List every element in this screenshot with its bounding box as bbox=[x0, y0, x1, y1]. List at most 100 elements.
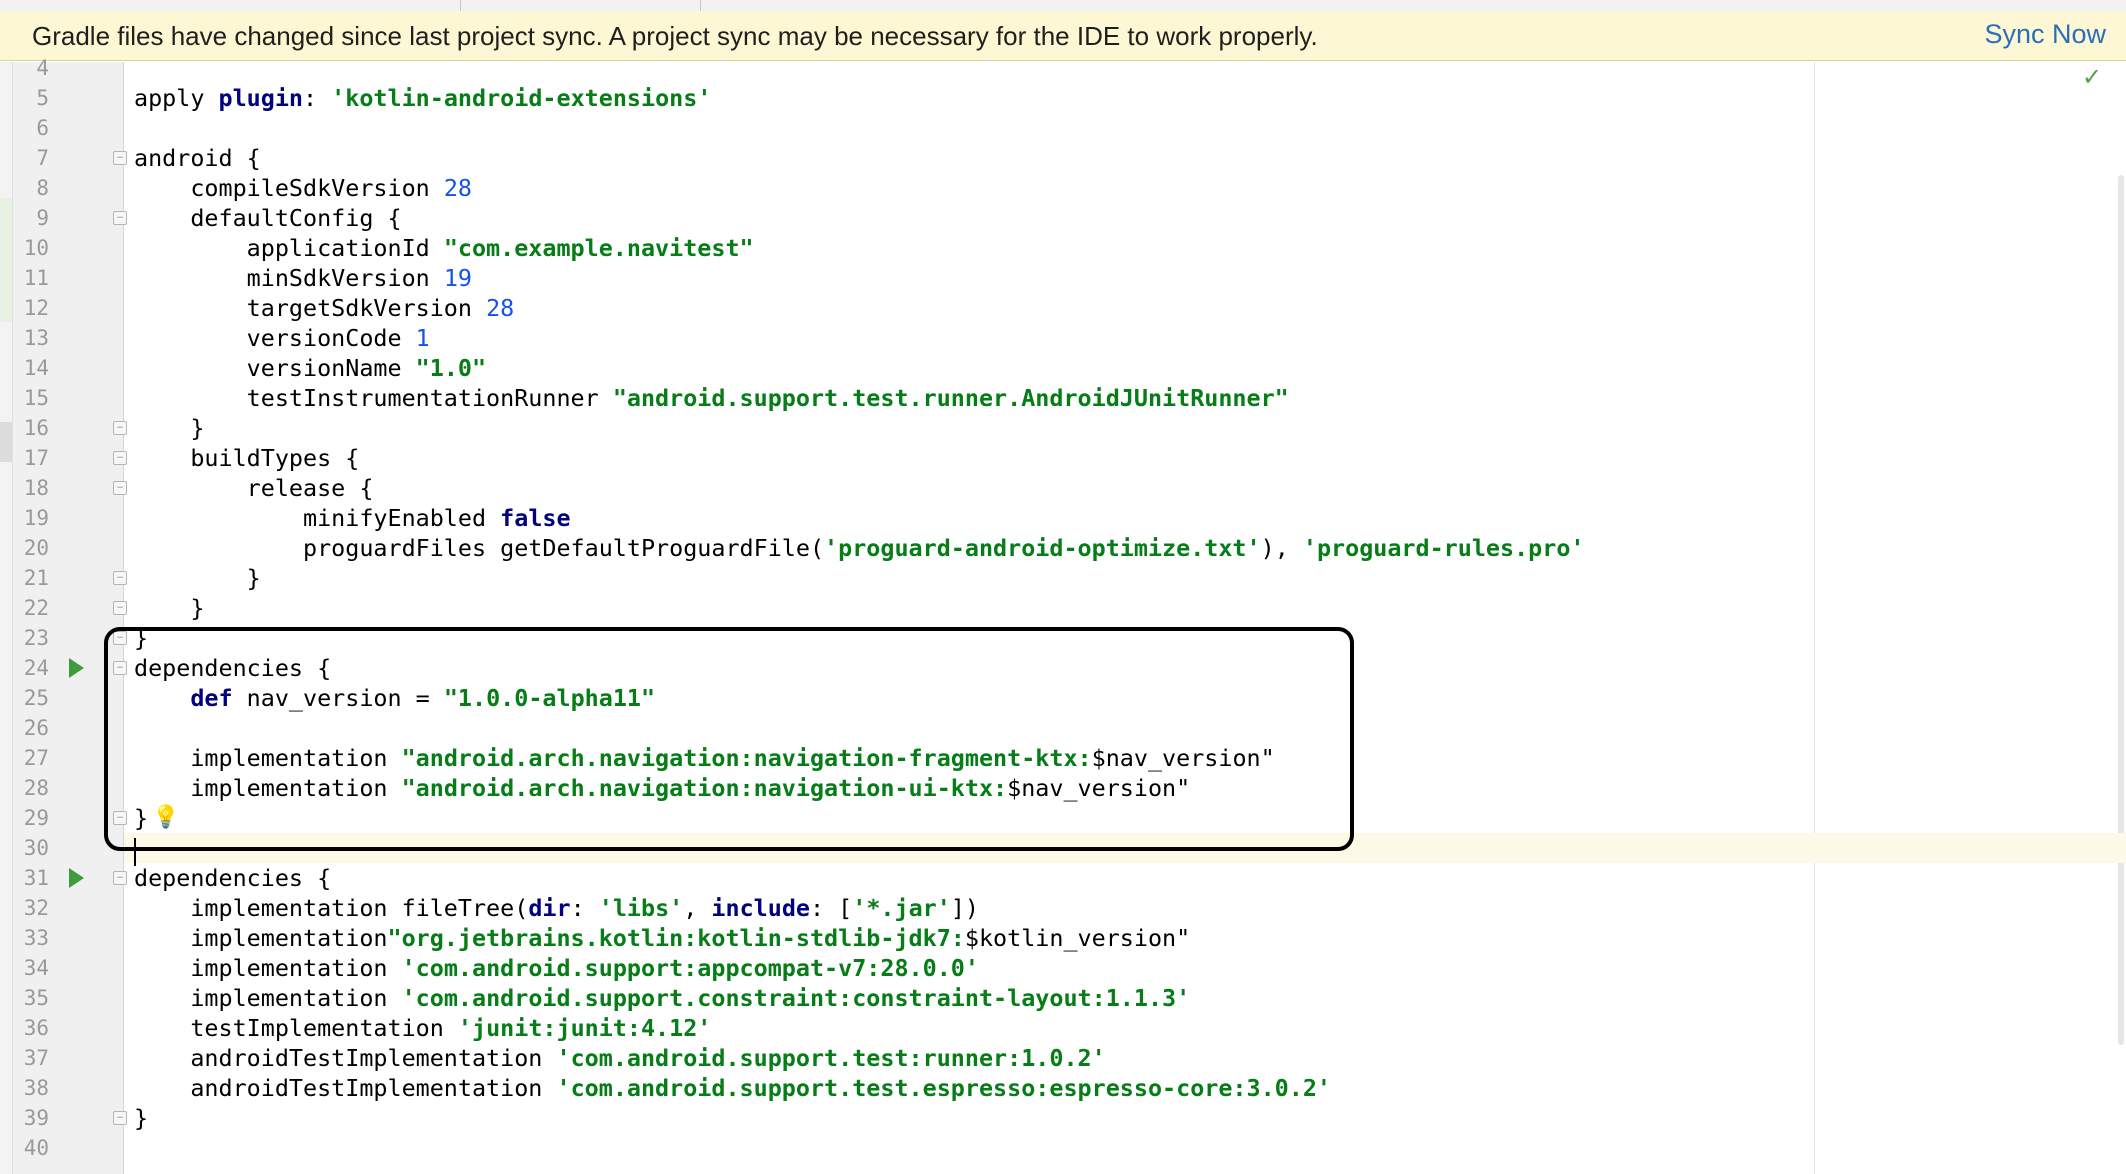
text-caret bbox=[134, 838, 136, 866]
code-text[interactable]: apply plugin: 'kotlin-android-extensions… bbox=[134, 83, 711, 113]
sync-now-link[interactable]: Sync Now bbox=[1984, 11, 2106, 57]
code-text[interactable]: def nav_version = "1.0.0-alpha11" bbox=[134, 683, 655, 713]
fold-marker-icon[interactable]: − bbox=[113, 1111, 127, 1125]
code-text[interactable]: implementation 'com.android.support.cons… bbox=[134, 983, 1190, 1013]
code-text[interactable]: implementation 'com.android.support:appc… bbox=[134, 953, 979, 983]
fold-marker-icon[interactable]: − bbox=[113, 151, 127, 165]
fold-marker-icon[interactable]: − bbox=[113, 481, 127, 495]
code-token: targetSdkVersion bbox=[134, 294, 487, 322]
fold-marker-icon[interactable]: − bbox=[113, 811, 127, 825]
line-number: 19 bbox=[23, 506, 49, 530]
fold-marker-icon[interactable]: − bbox=[113, 211, 127, 225]
code-token: dependencies { bbox=[134, 864, 332, 892]
line-number: 5 bbox=[36, 86, 49, 110]
code-line: 38 androidTestImplementation 'com.androi… bbox=[0, 1073, 2126, 1103]
code-token: implementation bbox=[134, 924, 388, 952]
code-token: dependencies { bbox=[134, 654, 332, 682]
code-token: } bbox=[134, 414, 205, 442]
code-line: 32 implementation fileTree(dir: 'libs', … bbox=[0, 893, 2126, 923]
code-text[interactable]: defaultConfig { bbox=[134, 203, 401, 233]
code-text[interactable]: android { bbox=[134, 143, 261, 173]
code-token: implementation bbox=[134, 954, 402, 982]
code-token: apply bbox=[134, 84, 219, 112]
code-text[interactable]: } bbox=[134, 563, 261, 593]
code-text[interactable]: implementation "android.arch.navigation:… bbox=[134, 773, 1190, 803]
code-text[interactable]: androidTestImplementation 'com.android.s… bbox=[134, 1073, 1331, 1103]
fold-marker-icon[interactable]: − bbox=[113, 871, 127, 885]
code-line: 25 def nav_version = "1.0.0-alpha11" bbox=[0, 683, 2126, 713]
line-number: 20 bbox=[23, 536, 49, 560]
code-line: 29 −} 💡 bbox=[0, 803, 2126, 833]
tab-separator bbox=[460, 0, 461, 11]
lightbulb-icon[interactable]: 💡 bbox=[152, 803, 179, 833]
code-text[interactable]: applicationId "com.example.navitest" bbox=[134, 233, 754, 263]
code-token: 'com.android.support.test:runner:1.0.2' bbox=[556, 1044, 1106, 1072]
code-text[interactable]: implementation fileTree(dir: 'libs', inc… bbox=[134, 893, 979, 923]
run-gutter-icon[interactable] bbox=[69, 868, 84, 888]
run-gutter-icon[interactable] bbox=[69, 658, 84, 678]
code-text[interactable]: } bbox=[134, 593, 204, 623]
code-text[interactable]: minSdkVersion 19 bbox=[134, 263, 472, 293]
code-line: 39 −} bbox=[0, 1103, 2126, 1133]
code-line: 35 implementation 'com.android.support.c… bbox=[0, 983, 2126, 1013]
code-text[interactable]: testImplementation 'junit:junit:4.12' bbox=[134, 1013, 711, 1043]
code-text[interactable]: } bbox=[134, 803, 148, 833]
code-text[interactable]: implementation"org.jetbrains.kotlin:kotl… bbox=[134, 923, 1190, 953]
code-text[interactable]: proguardFiles getDefaultProguardFile( 'pr… bbox=[134, 533, 1585, 563]
code-line: 13 versionCode 1 bbox=[0, 323, 2126, 353]
line-number: 10 bbox=[23, 236, 49, 260]
code-line: 15 testInstrumentationRunner "android.su… bbox=[0, 383, 2126, 413]
line-number: 23 bbox=[23, 626, 49, 650]
code-text[interactable]: buildTypes { bbox=[134, 443, 359, 473]
code-token: "android.support.test.runner.AndroidJUni… bbox=[612, 384, 1289, 412]
code-line: 37 androidTestImplementation 'com.androi… bbox=[0, 1043, 2126, 1073]
code-token: "org.jetbrains.kotlin:kotlin-stdlib-jdk7… bbox=[387, 924, 965, 952]
code-text[interactable]: compileSdkVersion 28 bbox=[134, 173, 472, 203]
code-line: 28 implementation "android.arch.navigati… bbox=[0, 773, 2126, 803]
code-line: 24 − dependencies { bbox=[0, 653, 2126, 683]
code-token: androidTestImplementation bbox=[134, 1044, 557, 1072]
code-text[interactable]: minifyEnabled false bbox=[134, 503, 571, 533]
code-line: 31 − dependencies { bbox=[0, 863, 2126, 893]
code-text[interactable]: } bbox=[134, 413, 204, 443]
code-token: "1.0" bbox=[415, 354, 487, 382]
code-text[interactable]: versionCode 1 bbox=[134, 323, 430, 353]
code-token: 'proguard-rules.pro' bbox=[1302, 534, 1585, 562]
line-number: 34 bbox=[23, 956, 49, 980]
code-text[interactable]: dependencies { bbox=[134, 653, 331, 683]
code-token: $nav_version" bbox=[1007, 774, 1191, 802]
code-token: proguardFiles getDefaultProguardFile( bbox=[134, 534, 825, 562]
code-text[interactable]: targetSdkVersion 28 bbox=[134, 293, 515, 323]
code-token: 28 bbox=[443, 174, 472, 202]
code-text[interactable]: testInstrumentationRunner "android.suppo… bbox=[134, 383, 1289, 413]
fold-marker-icon[interactable]: − bbox=[113, 601, 127, 615]
code-token: "com.example.navitest" bbox=[443, 234, 754, 262]
code-text[interactable]: release { bbox=[134, 473, 374, 503]
code-token: "android.arch.navigation:navigation-ui-k… bbox=[401, 774, 1008, 802]
code-line: 8 compileSdkVersion 28 bbox=[0, 173, 2126, 203]
code-token: } bbox=[134, 594, 205, 622]
fold-marker-icon[interactable]: − bbox=[113, 421, 127, 435]
code-line: 14 versionName "1.0" bbox=[0, 353, 2126, 383]
code-token: ]) bbox=[950, 894, 979, 922]
fold-marker-icon[interactable]: − bbox=[113, 451, 127, 465]
code-text[interactable]: } bbox=[134, 623, 148, 653]
code-text[interactable]: androidTestImplementation 'com.android.s… bbox=[134, 1043, 1106, 1073]
code-line: 5 apply plugin: 'kotlin-android-extension… bbox=[0, 83, 2126, 113]
line-number: 37 bbox=[23, 1046, 49, 1070]
code-text[interactable]: implementation "android.arch.navigation:… bbox=[134, 743, 1274, 773]
code-token: "android.arch.navigation:navigation-frag… bbox=[401, 744, 1092, 772]
fold-marker-icon[interactable]: − bbox=[113, 571, 127, 585]
code-text[interactable]: versionName "1.0" bbox=[134, 353, 486, 383]
code-token: implementation fileTree( bbox=[134, 894, 529, 922]
code-text[interactable]: dependencies { bbox=[134, 863, 331, 893]
code-text[interactable]: } bbox=[134, 1103, 148, 1133]
fold-marker-icon[interactable]: − bbox=[113, 661, 127, 675]
line-number: 15 bbox=[23, 386, 49, 410]
code-token: testInstrumentationRunner bbox=[134, 384, 613, 412]
code-token: false bbox=[500, 504, 571, 532]
code-token: buildTypes { bbox=[134, 444, 360, 472]
code-token: versionCode bbox=[134, 324, 416, 352]
fold-marker-icon[interactable]: − bbox=[113, 631, 127, 645]
code-token: } bbox=[134, 1104, 149, 1132]
